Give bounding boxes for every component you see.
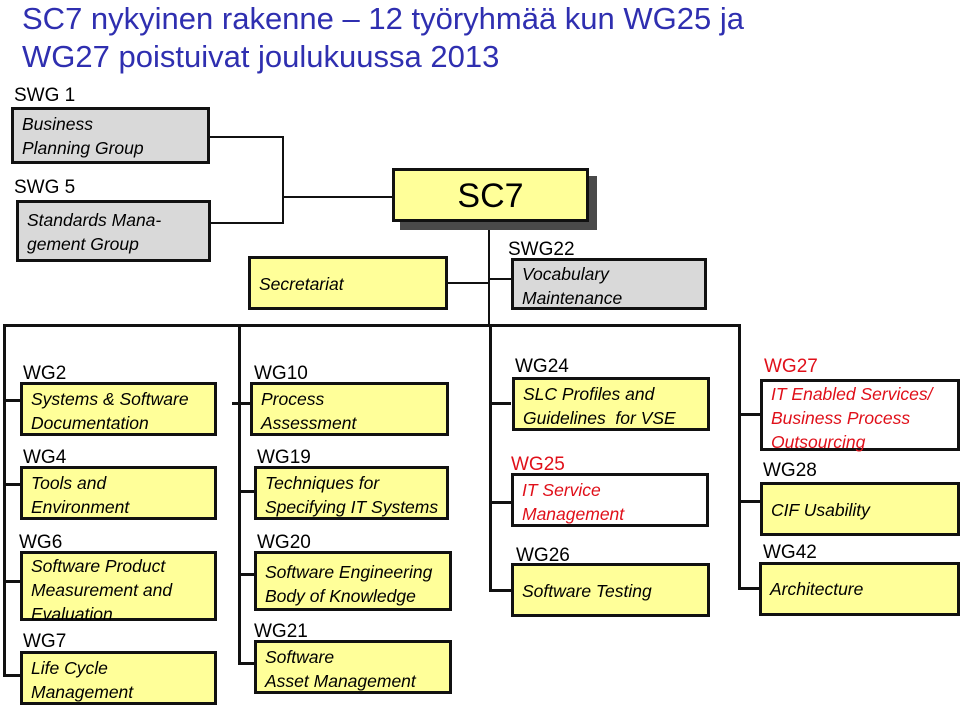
- connector-swg5: [208, 222, 284, 224]
- swg1-box[interactable]: Business Planning Group: [11, 107, 210, 164]
- wg21-id: WG21: [254, 621, 308, 642]
- connector-secretariat: [446, 282, 490, 284]
- wg19-name: Techniques for Specifying IT Systems: [265, 473, 439, 517]
- connector-col4-vertical: [738, 324, 741, 590]
- connector-sc7-trunk: [488, 226, 490, 326]
- stub-wg25: [489, 501, 511, 504]
- wg28-box[interactable]: CIF Usability: [760, 482, 960, 536]
- stub-wg28: [738, 500, 760, 503]
- wg24-box[interactable]: SLC Profiles and Guidelines for VSE: [512, 377, 710, 431]
- title-line-1: SC7 nykyinen rakenne – 12 työryhmää kun …: [22, 1, 744, 36]
- wg27-name: IT Enabled Services/ Business Process Ou…: [771, 384, 933, 452]
- connector-swg1: [208, 136, 284, 138]
- swg22-name: Vocabulary Maintenance: [522, 264, 623, 308]
- wg25-id: WG25: [511, 454, 565, 475]
- swg5-box[interactable]: Standards Mana- gement Group: [16, 200, 211, 262]
- stub-wg27: [738, 413, 760, 416]
- swg22-box[interactable]: Vocabulary Maintenance: [511, 258, 707, 310]
- wg7-box[interactable]: Life Cycle Management: [20, 651, 217, 705]
- connector-swg-to-sc7: [282, 196, 394, 198]
- wg19-id: WG19: [257, 447, 311, 468]
- wg26-name: Software Testing: [522, 581, 652, 601]
- wg6-box[interactable]: Software Product Measurement and Evaluat…: [20, 551, 217, 624]
- title-line-2: WG27 poistuivat joulukuussa 2013: [22, 39, 500, 74]
- swg1-name: Business Planning Group: [22, 114, 144, 158]
- wg42-id: WG42: [763, 542, 817, 563]
- stub-wg42: [738, 587, 760, 590]
- connector-col3-vertical: [489, 324, 492, 591]
- connector-col1-vertical: [3, 324, 6, 676]
- wg7-name: Life Cycle Management: [31, 658, 134, 702]
- wg27-id: WG27: [764, 356, 818, 377]
- wg7-id: WG7: [23, 631, 67, 652]
- secretariat-box[interactable]: Secretariat: [248, 256, 448, 310]
- connector-wg-bus: [3, 324, 741, 327]
- wg21-box[interactable]: Software Asset Management: [254, 640, 452, 694]
- wg10-id: WG10: [254, 363, 308, 384]
- wg27-box[interactable]: IT Enabled Services/ Business Process Ou…: [760, 379, 960, 452]
- wg6-name: Software Product Measurement and Evaluat…: [31, 556, 173, 624]
- wg10-box[interactable]: Process Assessment: [250, 382, 449, 436]
- page-title: SC7 nykyinen rakenne – 12 työryhmää kun …: [22, 0, 744, 76]
- wg42-box[interactable]: Architecture: [759, 562, 960, 616]
- wg2-box[interactable]: Systems & Software Documentation: [20, 382, 217, 436]
- wg28-id: WG28: [763, 460, 817, 481]
- wg26-box[interactable]: Software Testing: [511, 563, 710, 617]
- swg5-name: Standards Mana- gement Group: [27, 210, 162, 254]
- wg2-id: WG2: [23, 363, 67, 384]
- sc7-box[interactable]: SC7: [392, 168, 589, 222]
- wg6-id: WG6: [19, 532, 63, 553]
- wg20-id: WG20: [257, 532, 311, 553]
- wg4-id: WG4: [23, 447, 67, 468]
- wg24-name: SLC Profiles and Guidelines for VSE: [523, 384, 676, 428]
- wg28-name: CIF Usability: [771, 500, 870, 520]
- sc7-label: SC7: [457, 177, 524, 215]
- wg21-name: Software Asset Management: [265, 647, 416, 691]
- stub-wg10: [232, 402, 252, 405]
- wg4-name: Tools and Environment: [31, 473, 130, 517]
- swg1-id: SWG 1: [14, 85, 76, 106]
- wg2-name: Systems & Software Documentation: [31, 389, 189, 433]
- wg24-id: WG24: [515, 356, 569, 377]
- stub-wg24: [489, 402, 511, 405]
- wg42-name: Architecture: [770, 579, 864, 599]
- swg22-id: SWG22: [508, 239, 575, 260]
- wg20-box[interactable]: Software Engineering Body of Knowledge: [254, 551, 452, 611]
- swg5-id: SWG 5: [14, 177, 76, 198]
- connector-col2-vertical: [238, 324, 241, 664]
- wg20-name: Software Engineering Body of Knowledge: [265, 562, 433, 606]
- wg10-name: Process Assessment: [261, 389, 357, 433]
- wg25-box[interactable]: IT Service Management: [511, 473, 709, 527]
- wg19-box[interactable]: Techniques for Specifying IT Systems: [254, 466, 449, 520]
- wg4-box[interactable]: Tools and Environment: [20, 466, 217, 520]
- connector-swg-vertical: [282, 136, 284, 224]
- wg25-name: IT Service Management: [522, 480, 625, 524]
- secretariat-name: Secretariat: [259, 274, 344, 294]
- stub-wg26: [489, 589, 511, 592]
